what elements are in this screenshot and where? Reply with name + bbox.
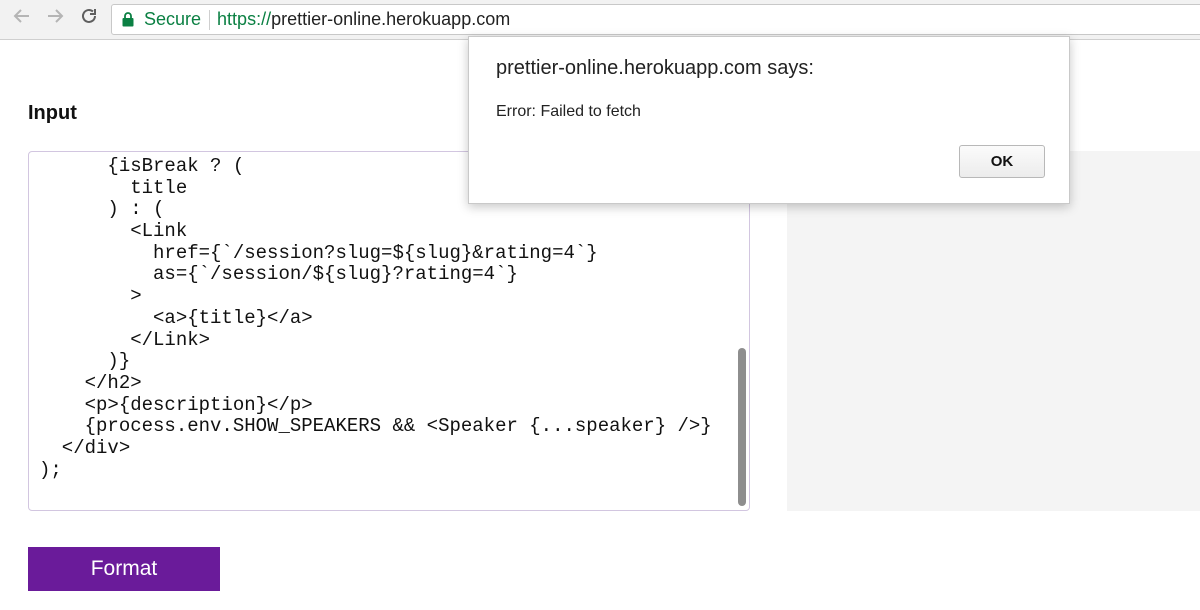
secure-label: Secure <box>144 9 202 29</box>
dialog-message: Error: Failed to fetch <box>496 103 641 120</box>
output-panel <box>787 151 1200 511</box>
editor-scrollbar-thumb[interactable] <box>738 348 746 506</box>
reload-button[interactable] <box>77 8 101 30</box>
address-bar[interactable]: Secure https:// prettier-online.herokuap… <box>111 4 1200 35</box>
url-host: prettier-online.herokuapp.com <box>271 9 511 29</box>
code-content[interactable]: {isBreak ? ( title ) : ( <Link href={`/s… <box>39 155 712 481</box>
code-line: > <box>39 285 142 308</box>
browser-toolbar: Secure https:// prettier-online.herokuap… <box>0 0 1200 40</box>
lock-icon <box>122 11 138 29</box>
dialog-title: prettier-online.herokuapp.com says: <box>496 57 814 79</box>
address-divider <box>209 9 211 30</box>
code-line: <p>{description}</p> <box>39 393 313 416</box>
code-line: as={`/session/${slug}?rating=4`} <box>39 263 518 286</box>
arrow-left-icon <box>13 7 31 31</box>
code-line: <Link <box>39 220 188 243</box>
code-line: </div> <box>39 436 131 459</box>
ok-button[interactable]: OK <box>959 145 1045 178</box>
url-scheme: https:// <box>217 9 272 29</box>
code-line: ); <box>39 458 62 481</box>
input-heading: Input <box>28 102 77 124</box>
code-line: )} <box>39 350 131 373</box>
code-line: {process.env.SHOW_SPEAKERS && <Speaker {… <box>39 415 712 438</box>
back-button[interactable] <box>10 8 34 30</box>
alert-dialog: prettier-online.herokuapp.com says: Erro… <box>468 36 1070 204</box>
reload-icon <box>80 7 98 31</box>
code-editor[interactable]: {isBreak ? ( title ) : ( <Link href={`/s… <box>28 151 750 511</box>
code-line: href={`/session?slug=${slug}&rating=4`} <box>39 241 598 264</box>
code-line: <a>{title}</a> <box>39 306 313 329</box>
forward-button[interactable] <box>43 8 67 30</box>
format-button[interactable]: Format <box>28 547 220 591</box>
code-line: </Link> <box>39 328 211 351</box>
arrow-right-icon <box>46 7 64 31</box>
code-line: </h2> <box>39 371 142 394</box>
